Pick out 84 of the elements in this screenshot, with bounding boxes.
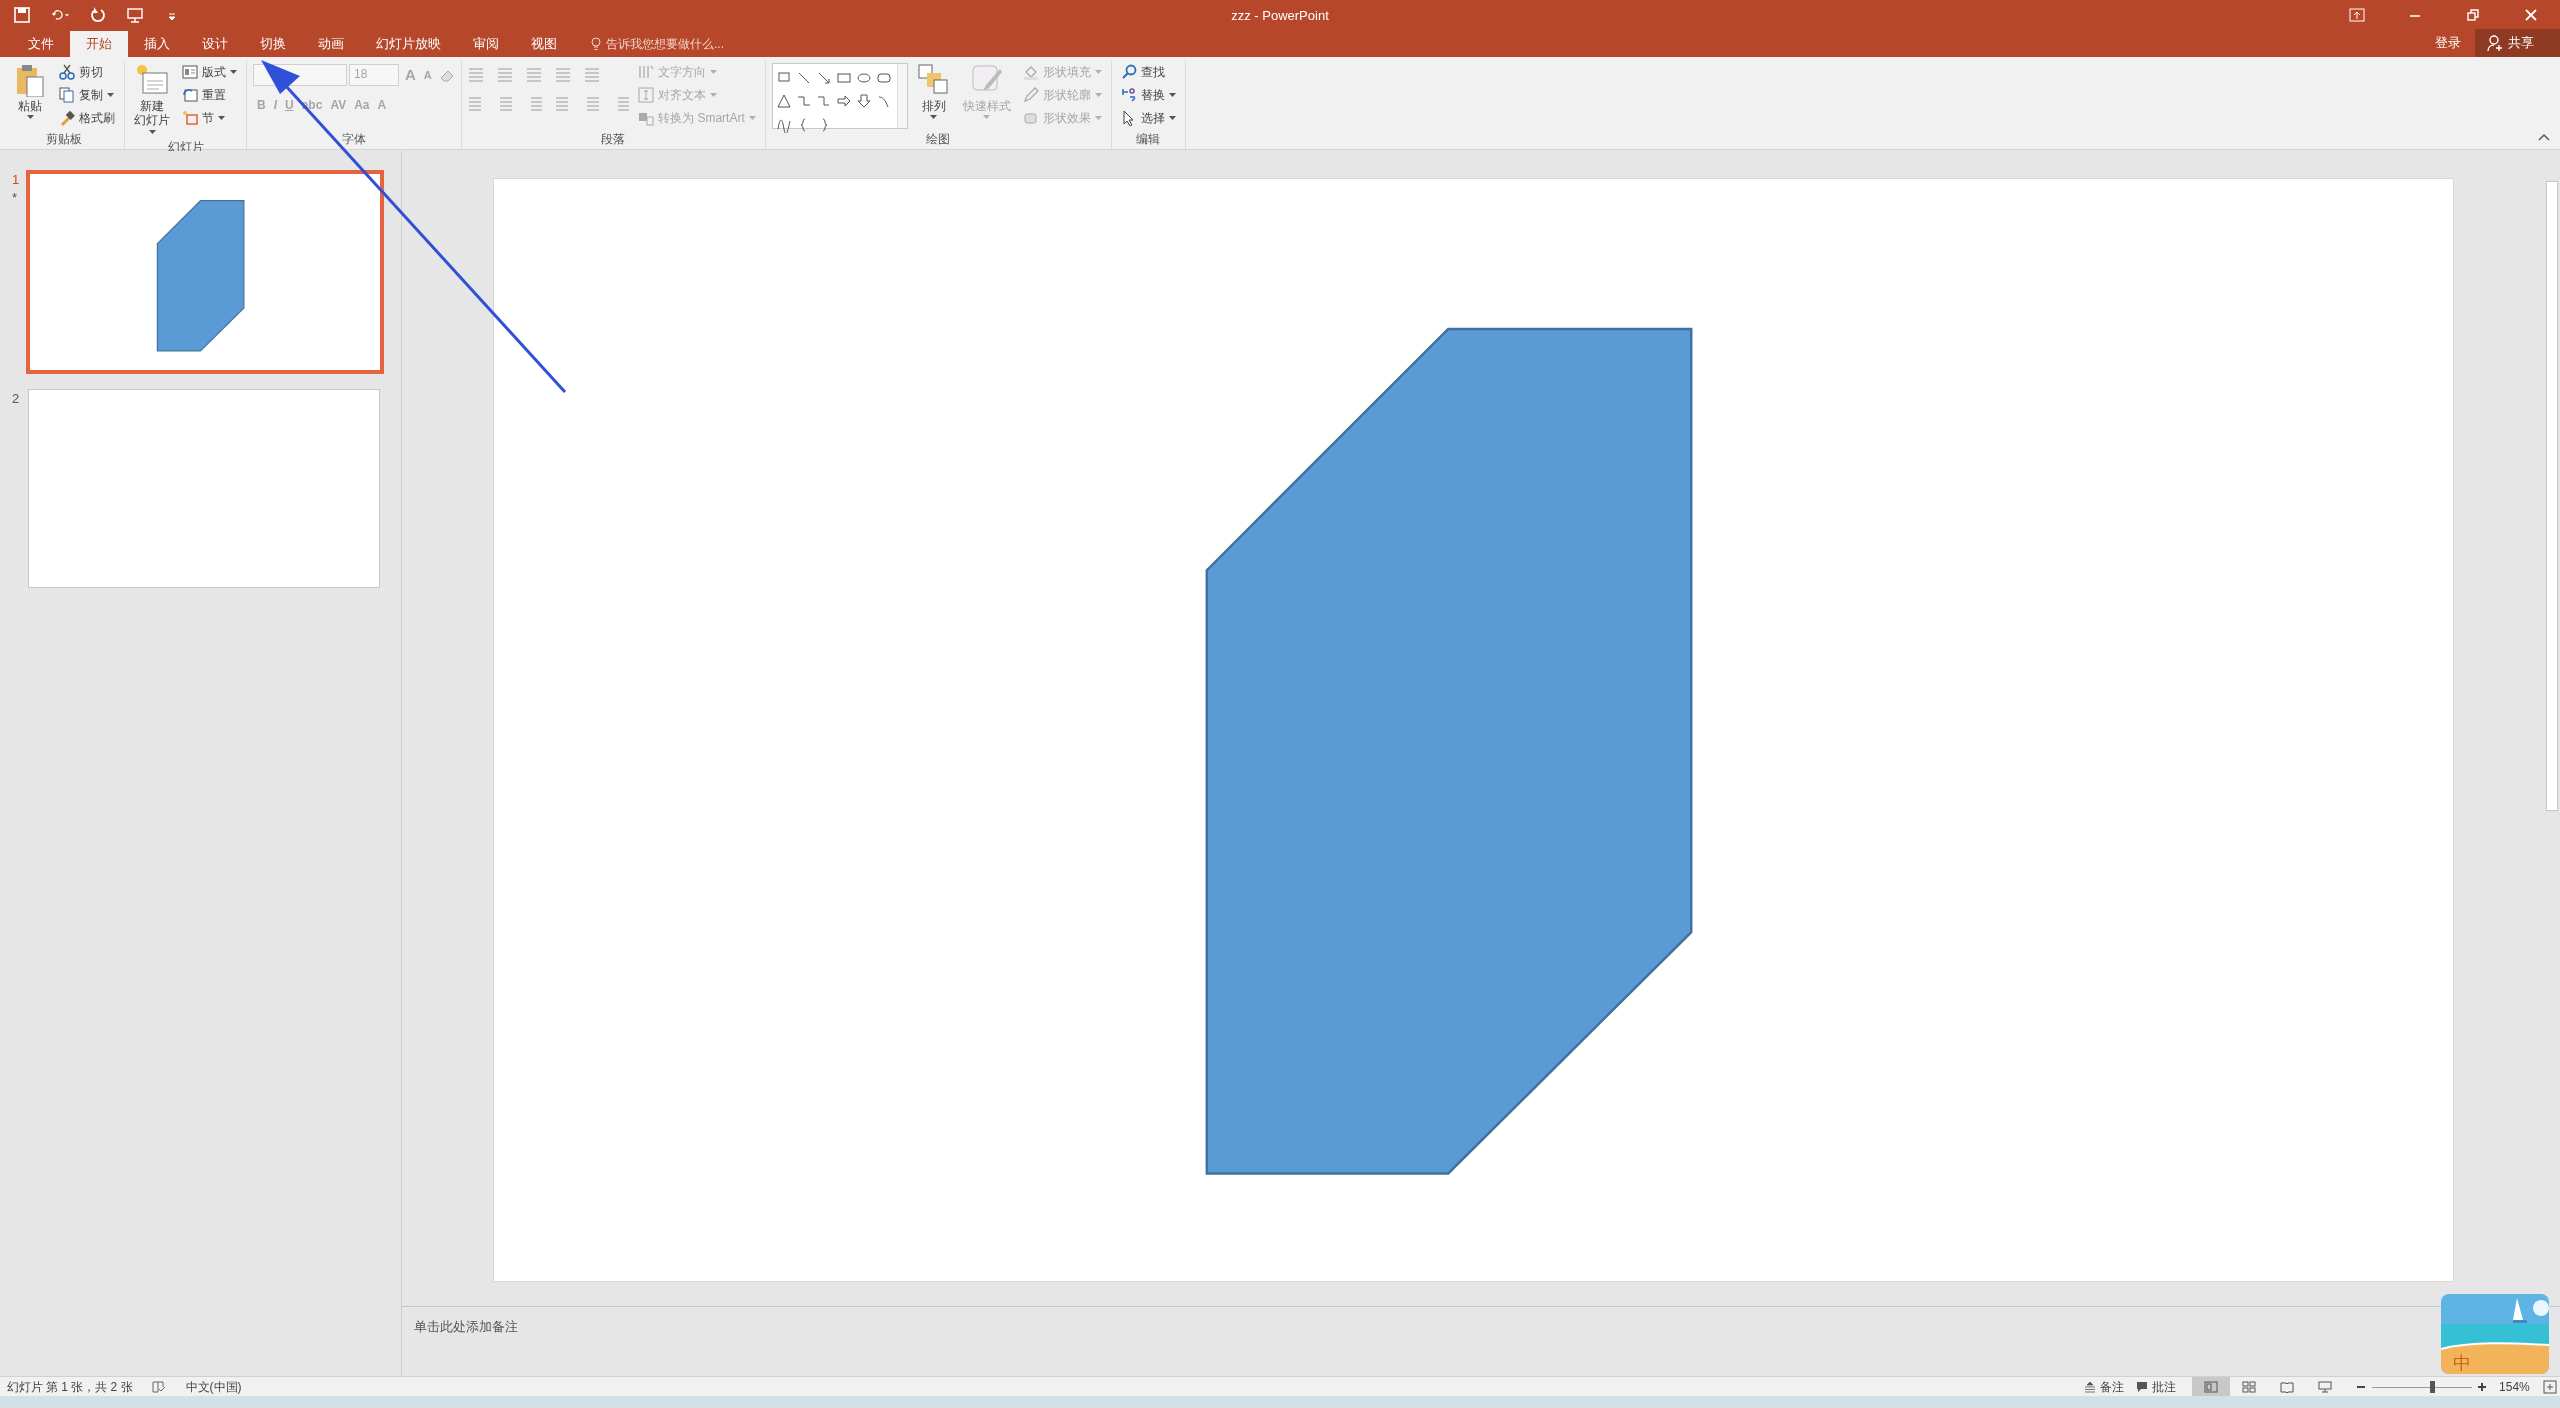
ribbon-tab[interactable]: 设计 xyxy=(186,31,244,57)
ribbon-button[interactable]: 替换 xyxy=(1117,84,1179,106)
ribbon-button[interactable]: 粘贴 xyxy=(10,61,50,129)
ribbon-tab[interactable]: 切换 xyxy=(244,31,302,57)
scissors-icon xyxy=(59,64,75,80)
zoom-slider-thumb[interactable] xyxy=(2430,1380,2436,1393)
close-icon[interactable] xyxy=(2525,8,2537,21)
zoom-slider[interactable] xyxy=(2371,1380,2472,1393)
replace-icon xyxy=(1120,87,1137,103)
ribbon-button[interactable]: 复制 xyxy=(56,84,118,106)
comment-icon xyxy=(2136,1380,2149,1393)
group-label: 剪贴板 xyxy=(45,131,83,148)
slide-number: 1 xyxy=(12,171,20,189)
slide-number: 2 xyxy=(12,390,20,408)
ribbon-button[interactable]: 剪切 xyxy=(56,61,118,83)
sign-in-link[interactable]: 登录 xyxy=(2434,32,2462,54)
window-title: zzz - PowerPoint xyxy=(1231,8,1329,23)
notes-button[interactable]: 备注 xyxy=(2080,1375,2127,1398)
align-text-icon xyxy=(638,87,655,103)
zoom-percent[interactable]: 154% xyxy=(2499,1377,2530,1396)
comments-button[interactable]: 批注 xyxy=(2133,1375,2180,1398)
group-label: 绘图 xyxy=(925,131,952,148)
search-icon xyxy=(1120,64,1137,80)
slideshow-icon[interactable] xyxy=(125,5,144,24)
section-icon xyxy=(182,110,198,126)
pencil-icon xyxy=(1022,87,1039,103)
person-add-icon xyxy=(2487,35,2503,51)
ribbon-tab[interactable]: 视图 xyxy=(515,31,573,57)
shape-icon[interactable] xyxy=(775,93,792,110)
ribbon-button[interactable]: 格式刷 xyxy=(56,107,118,129)
ribbon-button[interactable]: 版式 xyxy=(179,61,240,83)
ribbon-tab[interactable]: 插入 xyxy=(128,31,186,57)
reset-icon xyxy=(182,87,198,103)
notes-placeholder[interactable]: 单击此处添加备注 xyxy=(414,1319,518,1334)
ribbon-tab[interactable]: 审阅 xyxy=(457,31,515,57)
share-button[interactable]: 共享 xyxy=(2475,29,2560,57)
save-icon[interactable] xyxy=(13,5,31,24)
copy-icon xyxy=(59,87,75,103)
ribbon-button[interactable]: 选择 xyxy=(1117,107,1179,129)
ribbon-display-icon[interactable] xyxy=(2349,7,2365,22)
slide-thumbnail[interactable] xyxy=(28,389,380,588)
view-button[interactable] xyxy=(2192,1376,2231,1397)
transition-mark: * xyxy=(12,189,18,207)
normal-view-icon xyxy=(2204,1380,2219,1393)
grid-view-icon xyxy=(2242,1380,2257,1393)
arrange-icon xyxy=(916,63,951,97)
new-slide-icon xyxy=(135,63,169,97)
group-label: 字体 xyxy=(341,131,367,148)
smartart-icon xyxy=(638,110,655,126)
ribbon-button[interactable]: 新建 幻灯片 xyxy=(131,61,173,137)
ribbon-button[interactable]: 排列 xyxy=(913,61,954,129)
ime-mode-label: 中 xyxy=(2453,1352,2471,1374)
tell-me-search[interactable]: 告诉我您想要做什么... xyxy=(585,31,730,57)
ribbon-tab[interactable]: 文件 xyxy=(12,31,70,57)
gallery-scrollbar[interactable] xyxy=(896,64,907,128)
ribbon-tab[interactable]: 动画 xyxy=(302,31,360,57)
presentation-icon xyxy=(2318,1380,2333,1393)
notes-icon xyxy=(2083,1380,2096,1393)
redo-icon[interactable] xyxy=(88,5,106,24)
fit-window-icon[interactable] xyxy=(2542,1380,2557,1395)
ribbon-button[interactable]: 节 xyxy=(179,107,240,129)
zoom-in-icon[interactable] xyxy=(2478,1383,2487,1392)
format-painter-icon xyxy=(59,110,75,126)
ribbon-tab[interactable]: 开始 xyxy=(70,31,128,57)
fill-bucket-icon xyxy=(1022,64,1039,80)
reading-view-icon xyxy=(2280,1380,2295,1393)
ribbon-tab[interactable]: 幻灯片放映 xyxy=(360,31,457,57)
ribbon-button[interactable]: 查找 xyxy=(1117,61,1179,83)
slide-count: 幻灯片 第 1 张，共 2 张 xyxy=(5,1378,133,1396)
lightbulb-icon xyxy=(591,37,601,51)
scrollbar-thumb[interactable] xyxy=(2546,181,2558,811)
language-indicator[interactable]: 中文(中国) xyxy=(185,1377,242,1396)
spellcheck-icon[interactable] xyxy=(152,1381,167,1394)
text-direction-icon xyxy=(638,64,655,80)
shape-icon[interactable] xyxy=(855,93,872,110)
shape-effects-icon xyxy=(1022,110,1039,126)
group-label: 编辑 xyxy=(1135,131,1162,148)
group-label: 段落 xyxy=(600,131,627,148)
ribbon-button[interactable]: 重置 xyxy=(179,84,240,106)
restore-icon[interactable] xyxy=(2467,8,2479,21)
layout-icon xyxy=(182,64,198,80)
eraser-icon[interactable] xyxy=(439,68,456,85)
collapse-ribbon-icon[interactable] xyxy=(2537,132,2550,141)
slide-thumbnail[interactable] xyxy=(26,170,384,374)
